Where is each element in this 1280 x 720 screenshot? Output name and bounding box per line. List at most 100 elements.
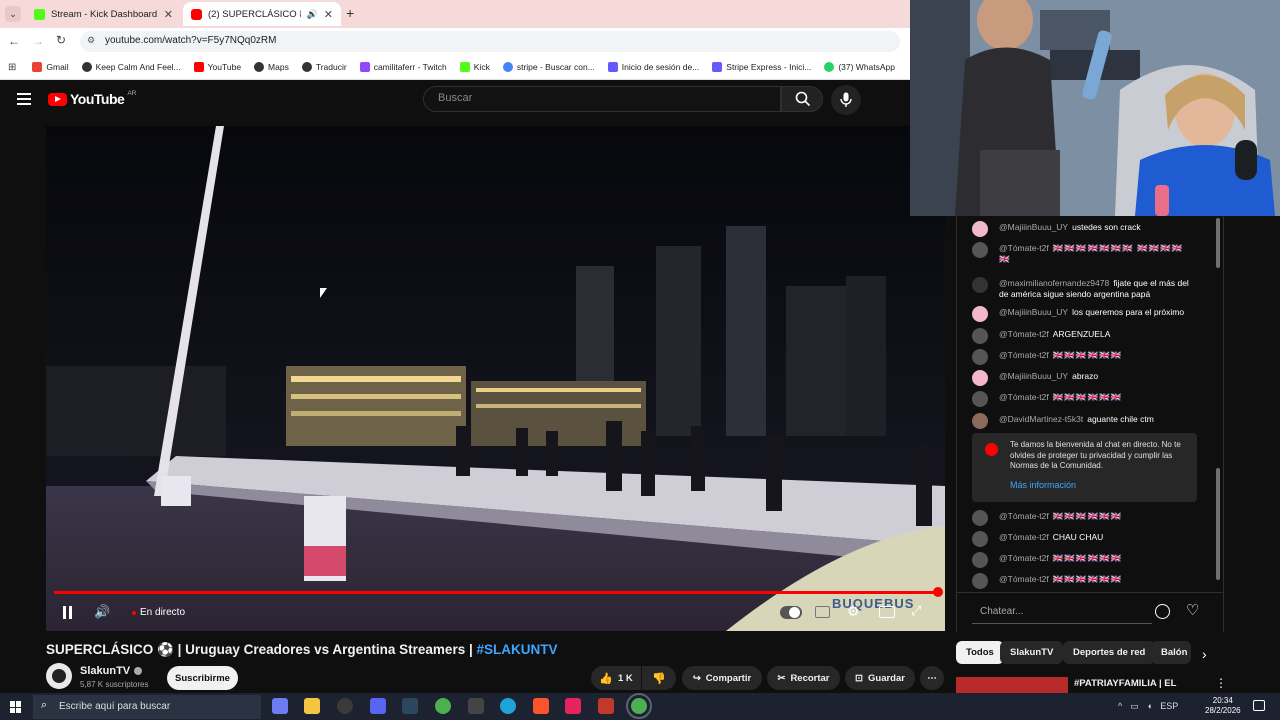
tab-kick-dashboard[interactable]: Stream - Kick Dashboard ✕ bbox=[26, 2, 181, 26]
obs-icon[interactable] bbox=[337, 698, 353, 714]
bookmark-keep-calm[interactable]: Keep Calm And Feel... bbox=[81, 62, 181, 72]
new-tab-button[interactable]: + bbox=[346, 5, 354, 21]
channel-name-text: SlakunTV bbox=[80, 665, 131, 677]
chat-author[interactable]: @Tómate-t2f bbox=[999, 243, 1049, 253]
chip-slakuntv[interactable]: SlakunTV bbox=[1000, 641, 1064, 664]
chat-author[interactable]: @Tómate-t2f bbox=[999, 392, 1049, 402]
bookmark-maps[interactable]: Maps bbox=[254, 62, 289, 72]
discord-icon[interactable] bbox=[370, 698, 386, 714]
search-button[interactable] bbox=[781, 86, 823, 112]
more-info-link[interactable]: Más información bbox=[1010, 480, 1076, 490]
voice-search-button[interactable] bbox=[831, 85, 861, 115]
fullscreen-icon[interactable]: ⤢ bbox=[911, 603, 921, 619]
autoplay-toggle[interactable] bbox=[780, 606, 802, 619]
forward-icon[interactable]: → bbox=[32, 34, 44, 48]
recommended-menu-icon[interactable]: ⋮ bbox=[1215, 676, 1227, 690]
chrome-icon[interactable] bbox=[435, 698, 451, 714]
chat-author[interactable]: @Tómate-t2f bbox=[999, 329, 1049, 339]
tray-chevron-icon[interactable]: ^ bbox=[1118, 701, 1122, 712]
pause-button[interactable] bbox=[62, 606, 74, 619]
notifications-icon[interactable] bbox=[1253, 700, 1265, 711]
chat-author[interactable]: @Tómate-t2f bbox=[999, 350, 1049, 360]
url-field[interactable]: ⚙ youtube.com/watch?v=F5y7NQq0zRM bbox=[80, 31, 900, 52]
youtube-logo[interactable]: YouTube AR bbox=[48, 90, 136, 107]
bookmark-stripe-login[interactable]: Inicio de sesión de... bbox=[607, 62, 699, 72]
volume-icon[interactable]: 🔊 bbox=[94, 604, 110, 620]
brave-icon[interactable] bbox=[533, 698, 549, 714]
bookmark-whatsapp[interactable]: (37) WhatsApp bbox=[824, 62, 895, 72]
more-actions-button[interactable]: ⋯ bbox=[920, 666, 944, 690]
file-explorer-icon[interactable] bbox=[304, 698, 320, 714]
menu-icon[interactable] bbox=[17, 93, 31, 105]
chip-todos[interactable]: Todos bbox=[956, 641, 1004, 664]
speaker-icon[interactable]: ◖ bbox=[1147, 701, 1152, 712]
miniplayer-icon[interactable] bbox=[879, 606, 895, 618]
share-button[interactable]: ↪ Compartir bbox=[682, 666, 762, 690]
windows-start-icon[interactable] bbox=[10, 701, 22, 713]
speaker-icon[interactable]: 🔊 bbox=[307, 9, 318, 20]
network-icon[interactable]: ▭ bbox=[1130, 701, 1139, 712]
subscribe-button[interactable]: Suscribirme bbox=[167, 666, 238, 690]
language-label[interactable]: ESP bbox=[1160, 701, 1178, 712]
search-input[interactable]: Buscar bbox=[423, 86, 781, 112]
taskbar-search[interactable]: ⌕ Escribe aquí para buscar bbox=[33, 695, 261, 719]
bookmark-traducir[interactable]: Traducir bbox=[301, 62, 347, 72]
edge-icon[interactable] bbox=[500, 698, 516, 714]
save-button[interactable]: ⊡ Guardar bbox=[845, 666, 915, 690]
chip-balon[interactable]: Balón bbox=[1151, 641, 1191, 664]
system-tray[interactable]: ^ ▭ ◖ ESP bbox=[1118, 701, 1178, 712]
tiktok-icon[interactable] bbox=[565, 698, 581, 714]
back-icon[interactable]: ← bbox=[8, 34, 20, 48]
chat-author[interactable]: @Tómate-t2f bbox=[999, 532, 1049, 542]
bookmark-kick[interactable]: Kick bbox=[459, 62, 490, 72]
channel-name[interactable]: SlakunTV bbox=[80, 665, 143, 677]
chrome-active-icon[interactable] bbox=[626, 693, 652, 719]
like-button[interactable]: 👍 1 K bbox=[591, 666, 641, 690]
close-tab-icon[interactable]: ✕ bbox=[324, 8, 333, 21]
chip-next-icon[interactable]: › bbox=[1202, 646, 1207, 662]
reload-icon[interactable]: ↻ bbox=[56, 33, 66, 47]
chip-deportes-de-red[interactable]: Deportes de red bbox=[1063, 641, 1156, 664]
bookmark-stripe-express[interactable]: Stripe Express - Inici... bbox=[712, 62, 811, 72]
chat-scrollbar-lower[interactable] bbox=[1216, 468, 1220, 580]
video-player[interactable]: BUQUEBUS bbox=[46, 126, 945, 631]
chat-author[interactable]: @MajiiinBuuu_UY bbox=[999, 307, 1068, 317]
chat-author[interactable]: @Tómate-t2f bbox=[999, 511, 1049, 521]
chat-author[interactable]: @MajiiinBuuu_UY bbox=[999, 222, 1068, 232]
clock[interactable]: 20:34 28/2/2026 bbox=[1205, 696, 1241, 716]
progress-scrubber[interactable] bbox=[933, 587, 943, 597]
subtitles-icon[interactable] bbox=[815, 606, 830, 618]
hashtag-link[interactable]: #SLAKUNTV bbox=[477, 642, 558, 657]
clip-button[interactable]: ✂ Recortar bbox=[767, 666, 840, 690]
close-tab-icon[interactable]: ✕ bbox=[164, 8, 173, 21]
app-icon[interactable] bbox=[468, 698, 484, 714]
chat-scrollbar[interactable] bbox=[1216, 218, 1220, 268]
heart-icon[interactable]: ♡ bbox=[1186, 601, 1199, 619]
progress-bar[interactable] bbox=[54, 591, 938, 594]
game-icon[interactable] bbox=[598, 698, 614, 714]
chat-author[interactable]: @Tómate-t2f bbox=[999, 553, 1049, 563]
apps-grid-icon[interactable]: ⊞ bbox=[8, 62, 16, 73]
emoji-icon[interactable] bbox=[1155, 604, 1170, 619]
chat-author[interactable]: @Tómate-t2f bbox=[999, 574, 1049, 584]
recommended-thumbnail[interactable] bbox=[956, 677, 1068, 693]
bookmark-twitch[interactable]: camilitaferr - Twitch bbox=[359, 62, 447, 72]
dislike-button[interactable]: 👎 bbox=[642, 666, 676, 690]
chat-author[interactable]: @DavidMartinez-t5k3t bbox=[999, 414, 1083, 424]
bookmark-stripe-search[interactable]: stripe - Buscar con... bbox=[502, 62, 595, 72]
site-info-icon[interactable]: ⚙ bbox=[87, 35, 95, 46]
bookmark-gmail[interactable]: Gmail bbox=[32, 62, 69, 72]
live-indicator[interactable]: En directo bbox=[132, 607, 185, 618]
chat-author[interactable]: @MajiiinBuuu_UY bbox=[999, 371, 1068, 381]
copilot-icon[interactable] bbox=[272, 698, 288, 714]
chat-author[interactable]: @maximilianofernandez9478 bbox=[999, 278, 1109, 288]
settings-icon[interactable]: ⚙ bbox=[847, 603, 860, 620]
tab-title: Stream - Kick Dashboard bbox=[51, 8, 158, 20]
chat-input[interactable]: Chatear... bbox=[972, 600, 1152, 624]
tab-list-chevron-icon[interactable]: ⌄ bbox=[5, 6, 21, 22]
channel-avatar[interactable] bbox=[46, 663, 72, 689]
steam-icon[interactable] bbox=[402, 698, 418, 714]
tab-youtube[interactable]: (2) SUPERCLÁSICO ⚽ | Uru 🔊 ✕ bbox=[183, 2, 341, 26]
recommended-title[interactable]: #PATRIAYFAMILIA | EL bbox=[1074, 678, 1176, 689]
bookmark-youtube[interactable]: YouTube bbox=[193, 62, 241, 72]
